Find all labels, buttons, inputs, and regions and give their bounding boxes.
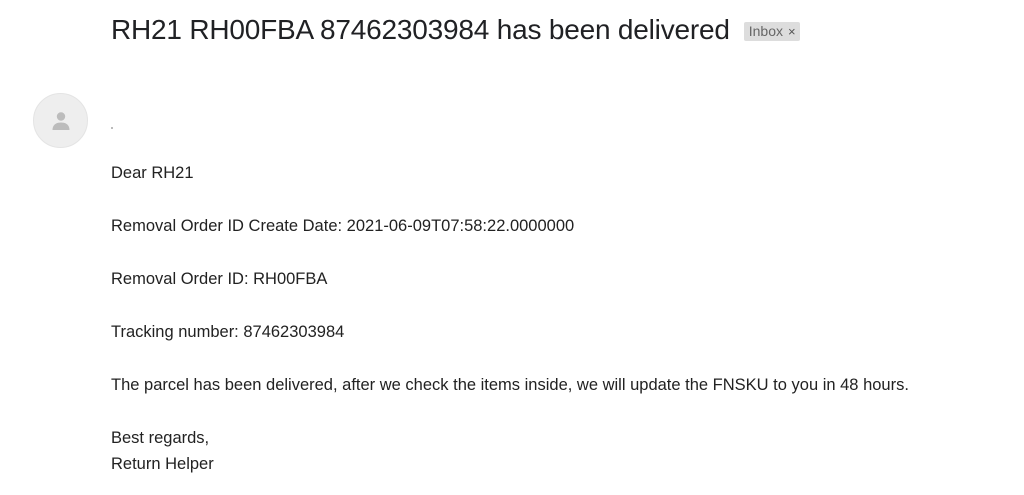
signature: Return Helper	[111, 455, 214, 473]
email-body: Dear RH21 Removal Order ID Create Date: …	[111, 160, 909, 477]
greeting: Dear RH21	[111, 164, 194, 182]
closing: Best regards,	[111, 429, 210, 447]
delivery-message: The parcel has been delivered, after we …	[111, 376, 909, 394]
inbox-label-chip[interactable]: Inbox ×	[743, 22, 800, 41]
create-date-line: Removal Order ID Create Date: 2021-06-09…	[111, 217, 575, 235]
sender-info	[111, 127, 113, 129]
order-id-line: Removal Order ID: RH00FBA	[111, 270, 328, 288]
person-icon	[52, 111, 69, 130]
sender-avatar[interactable]	[33, 93, 88, 148]
tracking-number-line: Tracking number: 87462303984	[111, 323, 345, 341]
label-name: Inbox	[748, 23, 783, 39]
subject-row: RH21 RH00FBA 87462303984 has been delive…	[111, 14, 800, 46]
email-subject: RH21 RH00FBA 87462303984 has been delive…	[111, 14, 730, 45]
remove-label-icon[interactable]: ×	[788, 24, 796, 39]
